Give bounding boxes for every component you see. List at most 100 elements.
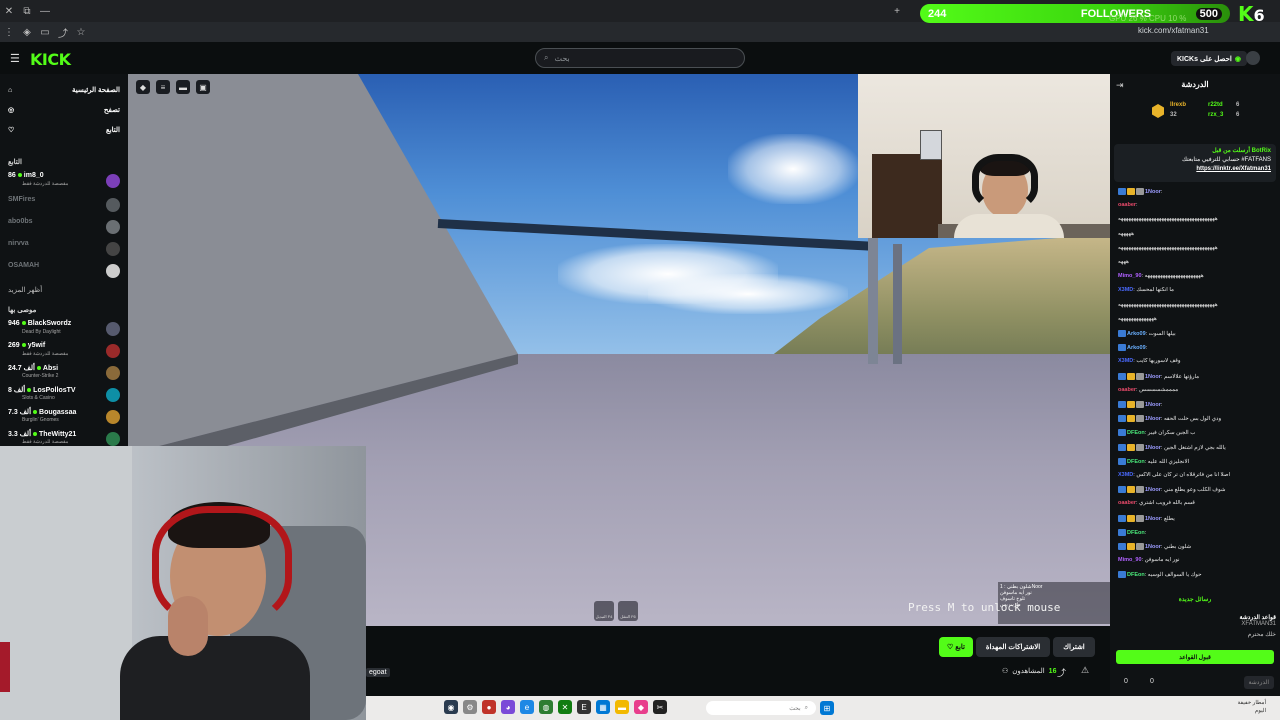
chat-bubble-icon[interactable]: ▬ — [176, 80, 190, 94]
steam-icon[interactable]: ◉ — [444, 700, 458, 714]
new-messages-indicator[interactable]: رسائل جديدة — [1110, 596, 1280, 603]
chat-username[interactable]: oaaber — [1118, 202, 1136, 208]
settings-gear-icon[interactable]: ⚙ — [463, 700, 477, 714]
sidebar-item-browse[interactable]: ◎ تصفح — [8, 102, 120, 118]
taskbar-search[interactable]: بحث ⌕ — [706, 701, 816, 715]
hamburger-icon[interactable]: ≡ — [156, 80, 170, 94]
channel-name: LosPollosTV — [33, 387, 76, 394]
channel-category: مقصصة للدردشة فقط — [22, 181, 69, 187]
subscribe-button[interactable]: اشتراك — [1053, 637, 1095, 657]
tab-icon[interactable]: ▭ — [36, 23, 54, 41]
gifter-name[interactable]: llrexb — [1170, 102, 1186, 108]
edge-icon[interactable]: e — [520, 700, 534, 714]
game-post — [893, 244, 902, 364]
chrome-icon[interactable]: ◍ — [539, 700, 553, 714]
pinned-link[interactable]: https://linktr.ee/Xfatman31 — [1119, 165, 1271, 174]
app-icon[interactable]: ◆ — [634, 700, 648, 714]
chat-username[interactable]: X3MD — [1118, 472, 1133, 478]
chat-username[interactable]: DFEon — [1127, 430, 1145, 436]
folder-icon[interactable]: ▬ — [615, 700, 629, 714]
gifter-name[interactable]: r22td — [1208, 102, 1223, 108]
epic-games-icon[interactable]: E — [577, 700, 591, 714]
following-channel-osamah[interactable]: OSAMAH — [8, 262, 120, 282]
minimize-icon[interactable]: — — [36, 2, 54, 20]
recommended-section-label: موصى بها — [8, 307, 37, 314]
chat-badge-icon — [1127, 543, 1135, 550]
chat-username[interactable]: DFEon — [1127, 572, 1145, 578]
chat-username[interactable]: Arko09 — [1127, 345, 1146, 351]
chat-badge-icon — [1118, 429, 1126, 437]
capcut-icon[interactable]: ✂ — [653, 700, 667, 714]
chat-username[interactable]: Mimo_90 — [1118, 557, 1142, 563]
chat-username[interactable]: 1Noor — [1145, 402, 1161, 408]
following-channel-abo0bs[interactable]: abo0bs — [8, 218, 120, 238]
recommended-channel[interactable]: 24.7 ألف Absi Counter-Strike 2 — [8, 364, 120, 384]
following-section-label: التابع — [8, 159, 22, 166]
stream-tag[interactable]: egoat — [366, 668, 390, 677]
chat-username[interactable]: DFEon — [1127, 459, 1145, 465]
user-avatar[interactable] — [1246, 51, 1260, 65]
chat-username[interactable]: Arko09 — [1127, 331, 1146, 337]
recommended-channel[interactable]: 7.3 ألف Bougassaa Burglin' Gnomes — [8, 408, 120, 428]
chat-username[interactable]: 1Noor — [1145, 189, 1161, 195]
new-tab-icon[interactable]: + — [888, 2, 906, 20]
get-kicks-button[interactable]: KICKs احصل على ◉ — [1171, 51, 1247, 66]
close-icon[interactable]: ✕ — [0, 2, 18, 20]
share-icon[interactable]: ⤴ — [1057, 666, 1066, 679]
store-icon[interactable]: ▦ — [596, 700, 610, 714]
viewer-count: ⚇ المشاهدون 16 — [1002, 667, 1056, 676]
chat-username[interactable]: Mimo_90 — [1118, 273, 1142, 279]
address-bar-url[interactable]: kick.com/xfatman31 — [1138, 26, 1209, 35]
recommended-channel[interactable]: 946 BlackSwordz Dead By Daylight — [8, 320, 120, 340]
follow-button[interactable]: ♡ تابع — [939, 637, 973, 657]
chat-badge-icon — [1127, 401, 1135, 408]
backpack-icon[interactable]: ▣ — [196, 80, 210, 94]
following-channel-im8_0[interactable]: 86 im8_0 مقصصة للدردشة فقط — [8, 172, 120, 192]
kick-logo[interactable]: KICK — [30, 50, 71, 69]
report-icon[interactable]: ⚠ — [1081, 665, 1089, 676]
chat-username[interactable]: oaaber — [1118, 500, 1136, 506]
chat-username[interactable]: 1Noor — [1145, 416, 1161, 422]
send-chat-button[interactable]: الدردشة — [1243, 676, 1274, 689]
sidebar-item-following[interactable]: ♡ التابع — [8, 122, 120, 138]
recommended-channel[interactable]: 269 y5wif مقصصة للدردشة فقط — [8, 342, 120, 362]
hamburger-menu-icon[interactable]: ☰ — [10, 52, 20, 65]
extension-icon[interactable]: ◈ — [18, 23, 36, 41]
share-icon[interactable]: ⤴ — [54, 23, 72, 41]
copy-icon[interactable]: ⧉ — [18, 2, 36, 20]
avatar — [106, 174, 120, 188]
chat-username[interactable]: oaaber — [1118, 387, 1136, 393]
recommended-channel[interactable]: 8 ألف LosPollosTV Slots & Casino — [8, 386, 120, 406]
roblox-menu-icon[interactable]: ◆ — [136, 80, 150, 94]
following-channel-nirvva[interactable]: nirvva — [8, 240, 120, 260]
webcam-top — [858, 74, 1110, 238]
gift-subs-label: الاشتراكات المهداة — [985, 644, 1041, 651]
chat-username[interactable]: X3MD — [1118, 358, 1133, 364]
chat-username[interactable]: 1Noor — [1145, 516, 1161, 522]
sidebar-item-home[interactable]: ⌂ الصفحة الرئيسية — [8, 82, 120, 98]
gift-subs-button[interactable]: الاشتراكات المهداة — [976, 637, 1050, 657]
sidebar-item-label: تصفح — [103, 107, 120, 114]
windows-start-icon[interactable]: ⊞ — [820, 701, 834, 715]
search-input[interactable]: ⌕ بحث — [535, 48, 745, 68]
bookmark-star-icon[interactable]: ☆ — [72, 23, 90, 41]
chat-username[interactable]: 1Noor — [1145, 544, 1161, 550]
chat-colon: : — [1136, 202, 1138, 209]
person-icon: ⚇ — [1002, 668, 1009, 675]
discord-icon[interactable]: ◕ — [501, 700, 515, 714]
menu-dots-icon[interactable]: ⋮ — [0, 23, 18, 41]
accept-rules-button[interactable]: قبول القواعد — [1116, 650, 1274, 664]
chat-username[interactable]: 1Noor — [1145, 445, 1161, 451]
obs-icon[interactable]: ● — [482, 700, 496, 714]
chat-badge-icon — [1127, 486, 1135, 494]
chat-username[interactable]: DFEon — [1127, 530, 1145, 536]
gifter-name[interactable]: rzx_3 — [1208, 112, 1223, 118]
following-channel-smfires[interactable]: SMFires — [8, 196, 120, 216]
chat-username[interactable]: 1Noor — [1145, 487, 1161, 493]
live-dot-icon — [36, 366, 41, 371]
show-more-link[interactable]: أظهر المزيد — [8, 286, 42, 294]
chat-username[interactable]: 1Noor — [1145, 374, 1161, 380]
chat-username[interactable]: X3MD — [1118, 287, 1133, 293]
xbox-icon[interactable]: ✕ — [558, 700, 572, 714]
gifter-badge-icon — [1152, 104, 1164, 118]
